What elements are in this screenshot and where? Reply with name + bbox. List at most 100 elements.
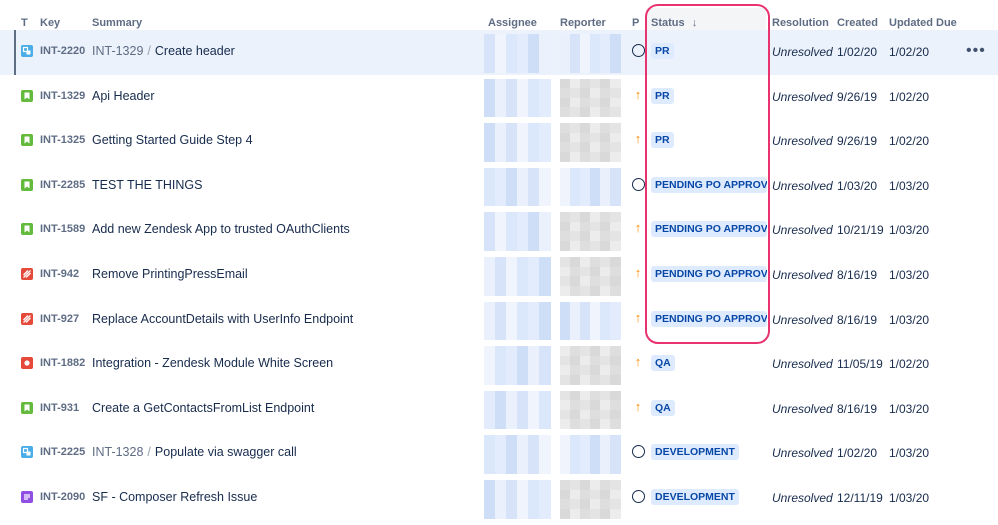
story-issue-type-icon bbox=[21, 223, 33, 236]
column-header-resolution[interactable]: Resolution bbox=[772, 17, 829, 29]
created-date: 8/16/19 bbox=[837, 268, 878, 282]
issue-summary[interactable]: Integration - Zendesk Module White Scree… bbox=[92, 356, 333, 370]
status-lozenge[interactable]: DEVELOPMENT bbox=[651, 489, 739, 505]
reporter-avatar-redacted bbox=[560, 480, 621, 519]
table-row[interactable]: INT-2225 INT-1328 / Populate via swagger ca… bbox=[0, 431, 998, 476]
issue-summary-text[interactable]: Remove PrintingPressEmail bbox=[92, 267, 248, 281]
updated-date: 1/03/20 bbox=[889, 446, 930, 461]
priority-circle-icon bbox=[632, 44, 645, 57]
resolution-value: Unresolved bbox=[772, 89, 833, 104]
reporter-avatar-redacted bbox=[560, 78, 621, 118]
resolution-value: Unresolved bbox=[772, 312, 833, 327]
issue-summary-text[interactable]: Api Header bbox=[92, 89, 155, 103]
updated-date: 1/03/20 bbox=[889, 223, 930, 238]
issue-summary-text[interactable]: TEST THE THINGS bbox=[92, 178, 202, 192]
issue-key-link[interactable]: INT-931 bbox=[40, 402, 79, 414]
issue-key-link[interactable]: INT-2285 bbox=[40, 179, 85, 191]
issue-key-link[interactable]: INT-2225 bbox=[40, 446, 85, 458]
assignee-avatar-redacted bbox=[484, 257, 551, 296]
selected-row-indicator bbox=[14, 30, 16, 75]
subtask-issue-type-icon bbox=[21, 446, 33, 459]
issue-key-link[interactable]: INT-2090 bbox=[40, 491, 85, 503]
column-header-updated[interactable]: Updated bbox=[889, 17, 933, 29]
status-lozenge[interactable]: PR bbox=[651, 87, 674, 104]
parent-issue-link[interactable]: INT-1329 bbox=[92, 44, 143, 58]
table-row[interactable]: INT-2220 INT-1329 / Create header PR Unresolv… bbox=[0, 30, 998, 75]
priority-high-arrow-icon: ↑ bbox=[634, 220, 642, 236]
more-actions-icon[interactable]: ••• bbox=[966, 42, 986, 60]
table-row[interactable]: INT-1329 Api Header ↑ PR Unresolved 9/26/19 1/… bbox=[0, 75, 998, 120]
status-lozenge[interactable]: PR bbox=[651, 43, 674, 59]
table-row[interactable]: INT-927 Replace AccountDetails with UserI… bbox=[0, 298, 998, 343]
table-row[interactable]: INT-931 Create a GetContactsFromList Endp… bbox=[0, 387, 998, 432]
column-header-due[interactable]: Due bbox=[936, 17, 957, 29]
story-issue-type-icon bbox=[21, 89, 33, 102]
column-header-reporter[interactable]: Reporter bbox=[560, 17, 606, 29]
issue-key-link[interactable]: INT-1589 bbox=[40, 223, 85, 235]
issue-summary[interactable]: Replace AccountDetails with UserInfo End… bbox=[92, 312, 353, 326]
issue-summary-text[interactable]: Populate via swagger call bbox=[155, 445, 297, 459]
resolution-value: Unresolved bbox=[772, 178, 833, 193]
table-row[interactable]: INT-2090 SF - Composer Refresh Issue DEVEL… bbox=[0, 476, 998, 521]
column-header-type[interactable]: T bbox=[21, 17, 28, 29]
sort-arrow-down-icon: ↓ bbox=[691, 17, 698, 29]
resolution-value: Unresolved bbox=[772, 401, 833, 416]
assignee-avatar-redacted bbox=[484, 390, 551, 430]
status-lozenge[interactable]: QA bbox=[651, 399, 675, 416]
status-lozenge[interactable]: PENDING PO APPROVAL bbox=[651, 221, 767, 238]
issue-summary[interactable]: INT-1328 / Populate via swagger call bbox=[92, 445, 297, 459]
table-row[interactable]: INT-942 Remove PrintingPressEmail ↑ PENDING… bbox=[0, 253, 998, 298]
status-lozenge[interactable]: PENDING PO APPROVAL bbox=[651, 310, 767, 327]
table-row[interactable]: INT-1325 Getting Started Guide Step 4 ↑ PR U… bbox=[0, 119, 998, 164]
issue-summary-text[interactable]: SF - Composer Refresh Issue bbox=[92, 490, 257, 504]
issue-summary[interactable]: Remove PrintingPressEmail bbox=[92, 267, 248, 281]
issue-summary[interactable]: Api Header bbox=[92, 89, 155, 103]
issue-summary-text[interactable]: Replace AccountDetails with UserInfo End… bbox=[92, 312, 353, 326]
issue-key-link[interactable]: INT-1882 bbox=[40, 357, 85, 369]
issue-summary[interactable]: SF - Composer Refresh Issue bbox=[92, 490, 257, 504]
resolution-value: Unresolved bbox=[772, 134, 833, 149]
issue-summary[interactable]: TEST THE THINGS bbox=[92, 178, 202, 192]
created-date: 9/26/19 bbox=[837, 134, 878, 149]
column-header-key[interactable]: Key bbox=[40, 17, 60, 29]
issue-summary-text[interactable]: Create header bbox=[155, 44, 235, 58]
status-lozenge[interactable]: PENDING PO APPROVAL bbox=[651, 266, 767, 282]
updated-date: 1/03/20 bbox=[889, 268, 930, 282]
column-header-status[interactable]: Status ↓ bbox=[651, 17, 697, 29]
updated-date: 1/03/20 bbox=[889, 178, 930, 193]
issue-key-link[interactable]: INT-927 bbox=[40, 313, 79, 325]
issue-summary-text[interactable]: Create a GetContactsFromList Endpoint bbox=[92, 401, 314, 415]
resolution-value: Unresolved bbox=[772, 223, 833, 238]
issue-summary[interactable]: Add new Zendesk App to trusted OAuthClie… bbox=[92, 222, 350, 236]
issue-summary-text[interactable]: Add new Zendesk App to trusted OAuthClie… bbox=[92, 222, 350, 236]
status-lozenge[interactable]: PENDING PO APPROVAL bbox=[651, 176, 767, 193]
story-issue-type-icon bbox=[21, 178, 33, 191]
table-row[interactable]: INT-2285 TEST THE THINGS PENDING PO APPROV… bbox=[0, 164, 998, 209]
issue-summary[interactable]: Getting Started Guide Step 4 bbox=[92, 133, 253, 147]
issue-summary[interactable]: INT-1329 / Create header bbox=[92, 44, 235, 58]
issue-key-link[interactable]: INT-942 bbox=[40, 268, 79, 280]
resolution-value: Unresolved bbox=[772, 446, 833, 461]
column-header-summary[interactable]: Summary bbox=[92, 17, 142, 29]
issue-summary[interactable]: Create a GetContactsFromList Endpoint bbox=[92, 401, 314, 415]
status-lozenge[interactable]: DEVELOPMENT bbox=[651, 444, 739, 461]
priority-circle-icon bbox=[632, 445, 645, 459]
issue-key-link[interactable]: INT-1325 bbox=[40, 134, 85, 146]
assignee-avatar-redacted bbox=[484, 301, 551, 341]
issue-key-link[interactable]: INT-2220 bbox=[40, 45, 85, 57]
priority-circle-icon bbox=[632, 177, 645, 191]
reporter-avatar-redacted bbox=[560, 167, 621, 207]
parent-issue-link[interactable]: INT-1328 bbox=[92, 445, 143, 459]
resolution-value: Unresolved bbox=[772, 268, 833, 282]
reporter-avatar-redacted bbox=[560, 301, 621, 341]
status-lozenge[interactable]: PR bbox=[651, 132, 674, 149]
status-lozenge[interactable]: QA bbox=[651, 355, 675, 372]
table-row[interactable]: INT-1589 Add new Zendesk App to trusted O… bbox=[0, 208, 998, 253]
table-row[interactable]: INT-1882 Integration - Zendesk Module Whi… bbox=[0, 342, 998, 387]
issue-summary-text[interactable]: Integration - Zendesk Module White Scree… bbox=[92, 356, 333, 370]
column-header-assignee[interactable]: Assignee bbox=[488, 17, 537, 29]
issue-summary-text[interactable]: Getting Started Guide Step 4 bbox=[92, 133, 253, 147]
column-header-created[interactable]: Created bbox=[837, 17, 878, 29]
issue-key-link[interactable]: INT-1329 bbox=[40, 90, 85, 102]
column-header-priority[interactable]: P bbox=[632, 17, 639, 29]
